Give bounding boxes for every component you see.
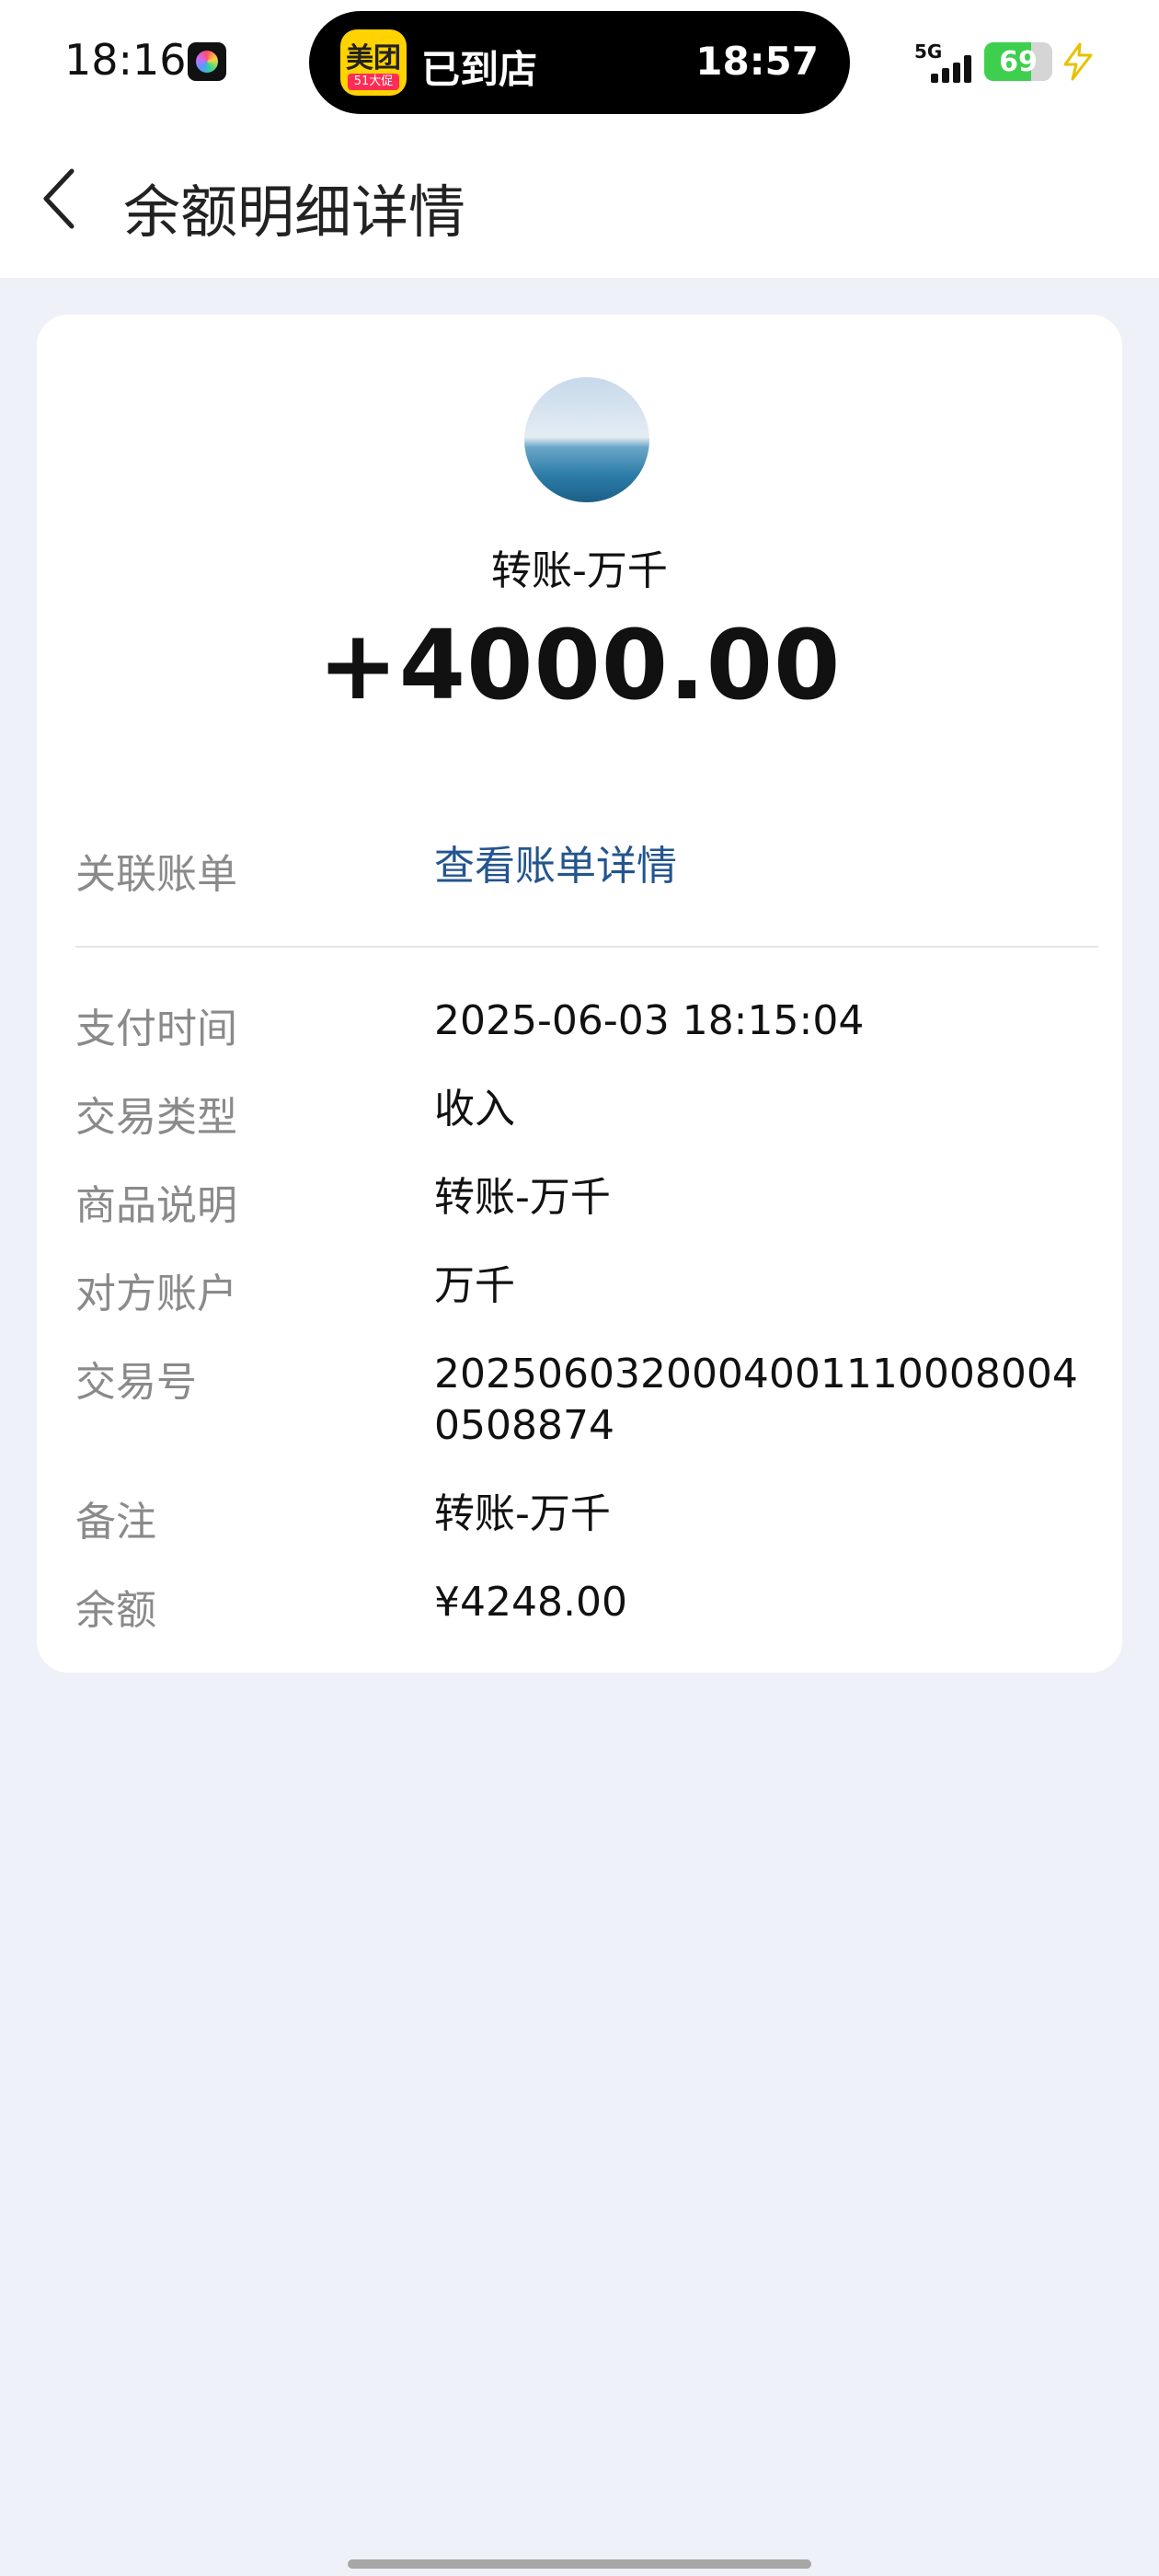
detail-card: 转账-万千 +4000.00 关联账单 查看账单详情 支付时间 2025-06-…	[37, 315, 1122, 1673]
linked-bill-label: 关联账单	[75, 851, 237, 898]
battery-icon: 69	[984, 42, 1052, 81]
status-time: 18:16	[64, 35, 187, 85]
island-status-text: 已到店	[421, 47, 538, 92]
app-logo-badge: 51大促	[348, 74, 399, 90]
island-time: 18:57	[695, 39, 819, 84]
meituan-app-icon: 美团 51大促	[340, 29, 407, 96]
home-indicator[interactable]	[348, 2559, 811, 2569]
transaction-type-label: 交易类型	[75, 1094, 237, 1141]
balance-value: ¥4248.00	[434, 1579, 627, 1626]
battery-level: 69	[999, 46, 1038, 78]
counterparty-account-label: 对方账户	[75, 1271, 237, 1317]
dynamic-island[interactable]: 美团 51大促 已到店 18:57	[309, 11, 850, 114]
remark-value: 转账-万千	[434, 1490, 611, 1537]
app-logo-text: 美团	[346, 42, 401, 75]
item-description-label: 商品说明	[75, 1182, 237, 1229]
remark-label: 备注	[75, 1499, 156, 1546]
view-bill-link[interactable]: 查看账单详情	[434, 841, 1096, 892]
transaction-number-label: 交易号	[75, 1359, 197, 1406]
counterparty-name: 转账-万千	[491, 547, 668, 594]
item-description-value: 转账-万千	[434, 1174, 611, 1221]
transaction-number-value[interactable]: 2025060320004001110008004 0508874	[434, 1349, 1096, 1452]
transaction-amount: +4000.00	[317, 609, 842, 721]
charging-icon	[1063, 42, 1093, 81]
back-arrow-icon[interactable]	[39, 166, 85, 232]
payment-time-label: 支付时间	[75, 1006, 237, 1052]
notification-app-icon	[188, 42, 226, 81]
balance-label: 余额	[75, 1587, 156, 1634]
counterparty-avatar	[524, 377, 649, 502]
transaction-type-value: 收入	[434, 1086, 515, 1133]
payment-time-value: 2025-06-03 18:15:04	[434, 997, 865, 1044]
page-title: 余额明细详情	[123, 178, 466, 246]
divider	[75, 946, 1098, 948]
counterparty-account-value: 万千	[434, 1262, 515, 1309]
signal-icon	[931, 53, 977, 83]
